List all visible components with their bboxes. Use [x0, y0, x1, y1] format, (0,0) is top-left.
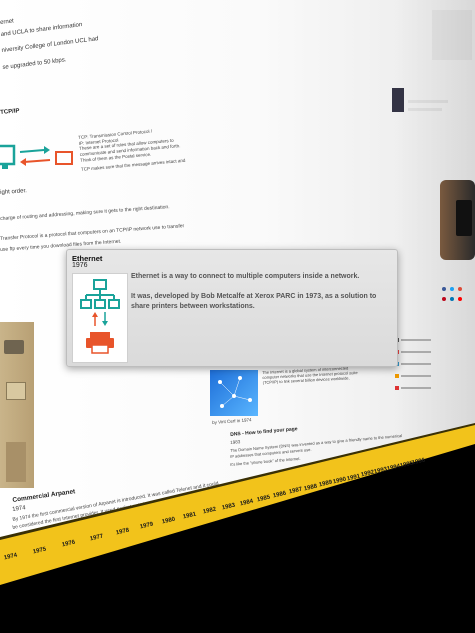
year-label[interactable]: 1976	[61, 540, 75, 549]
year-label[interactable]: 1983	[221, 503, 235, 512]
popup-text-1: Ethernet is a way to connect to multiple…	[131, 273, 360, 280]
year-label[interactable]: 1985	[256, 495, 270, 504]
year-label[interactable]: 1987	[288, 487, 302, 496]
year-label[interactable]: 1989	[318, 480, 332, 489]
year-label[interactable]: 1993	[373, 467, 387, 476]
year-label[interactable]: 1990	[332, 477, 346, 486]
year-label[interactable]: 1981	[182, 512, 196, 521]
year-label[interactable]: 1978	[115, 528, 129, 537]
year-label[interactable]: 1992	[360, 470, 374, 479]
year-label[interactable]: 1991	[346, 474, 360, 483]
year-label[interactable]: 1984	[239, 499, 253, 508]
year-label[interactable]: 1974	[3, 553, 17, 562]
ethernet-popup[interactable]: Ethernet 1976 Ethernet is a way to conne…	[66, 249, 398, 367]
year-label[interactable]: 1994	[386, 464, 400, 473]
year-label[interactable]: 1986	[272, 491, 286, 500]
year-label[interactable]: 1980	[161, 517, 175, 526]
popup-text-2: It was, developed by Bob Metcalfe at Xer…	[131, 293, 377, 310]
popup-year: 1976	[72, 262, 88, 269]
year-label[interactable]: 1988	[303, 484, 317, 493]
timeline-view: ernet and UCLA to share information nive…	[0, 0, 475, 633]
year-label[interactable]: 1975	[32, 547, 46, 556]
year-label[interactable]: 1977	[89, 534, 103, 543]
year-label[interactable]: 1979	[139, 522, 153, 531]
year-label[interactable]: 1996	[411, 458, 425, 467]
ethernet-icon	[72, 273, 128, 363]
year-label[interactable]: 1982	[202, 507, 216, 516]
